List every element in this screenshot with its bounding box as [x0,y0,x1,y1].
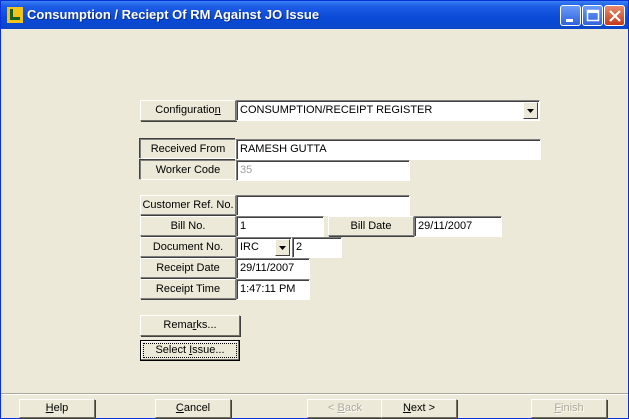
help-access: H [45,402,54,414]
document-prefix-dropdown[interactable]: IRC [236,237,292,258]
document-no-field[interactable]: 2 [292,237,342,258]
maximize-button[interactable] [582,5,603,26]
cancel-button[interactable]: Cancel [155,399,231,418]
footer-divider [1,393,628,395]
worker-code-field[interactable]: 35 [236,160,410,181]
customer-ref-label: Customer Ref. No. [140,195,236,215]
back-post: ack [344,402,362,414]
back-access: B [337,402,345,414]
receipt-date-label: Receipt Date [140,258,236,278]
chevron-down-icon[interactable] [275,239,290,256]
maximize-icon [586,9,600,22]
configuration-value: CONSUMPTION/RECEIPT REGISTER [240,104,433,116]
configuration-button[interactable]: Configuration [140,100,236,121]
bill-date-field[interactable]: 29/11/2007 [414,216,502,237]
received-from-field[interactable]: RAMESH GUTTA [236,139,541,160]
next-post: ext > [410,402,436,414]
cancel-post: ancel [183,402,211,414]
form-area: Configuration CONSUMPTION/RECEIPT REGIST… [4,29,625,389]
back-button[interactable]: < Back [307,399,383,418]
customer-ref-field[interactable] [236,195,410,216]
chevron-down-icon[interactable] [523,102,538,119]
next-button[interactable]: Next > [381,399,457,418]
select-issue-post: ssue... [192,344,225,356]
configuration-label-access: n [214,104,221,116]
title-bar[interactable]: Consumption / Reciept Of RM Against JO I… [1,1,628,29]
receipt-time-label: Receipt Time [140,279,236,299]
app-icon [7,7,23,23]
remarks-post: ks... [196,319,217,331]
select-issue-pre: Select [155,344,190,356]
select-issue-button[interactable]: Select Issue... [140,340,240,361]
finish-post: inish [561,402,584,414]
close-button[interactable] [604,5,625,26]
bill-no-label: Bill No. [140,216,236,236]
bill-no-field[interactable]: 1 [236,216,324,237]
back-pre: < [328,402,338,414]
window-title: Consumption / Reciept Of RM Against JO I… [27,7,320,22]
remarks-button[interactable]: Remarks... [140,315,240,336]
remarks-pre: Rema [163,319,193,331]
close-icon [609,10,621,22]
finish-button[interactable]: Finish [531,399,607,418]
cancel-access: C [175,402,184,414]
received-from-label: Received From [140,139,236,159]
next-access: N [402,402,411,414]
minimize-button[interactable] [560,5,581,26]
receipt-date-field[interactable]: 29/11/2007 [236,258,310,279]
bill-date-label: Bill Date [328,216,414,236]
help-button[interactable]: Help [19,399,95,418]
configuration-dropdown[interactable]: CONSUMPTION/RECEIPT REGISTER [236,100,540,121]
document-no-label: Document No. [140,237,236,257]
configuration-label-pre: Configuratio [155,104,215,116]
receipt-time-field[interactable]: 1:47:11 PM [236,279,310,300]
help-post: elp [53,402,69,414]
minimize-icon [566,19,573,22]
dialog-window: Consumption / Reciept Of RM Against JO I… [0,0,629,419]
document-prefix-value: IRC [240,241,259,253]
worker-code-label: Worker Code [140,160,236,180]
